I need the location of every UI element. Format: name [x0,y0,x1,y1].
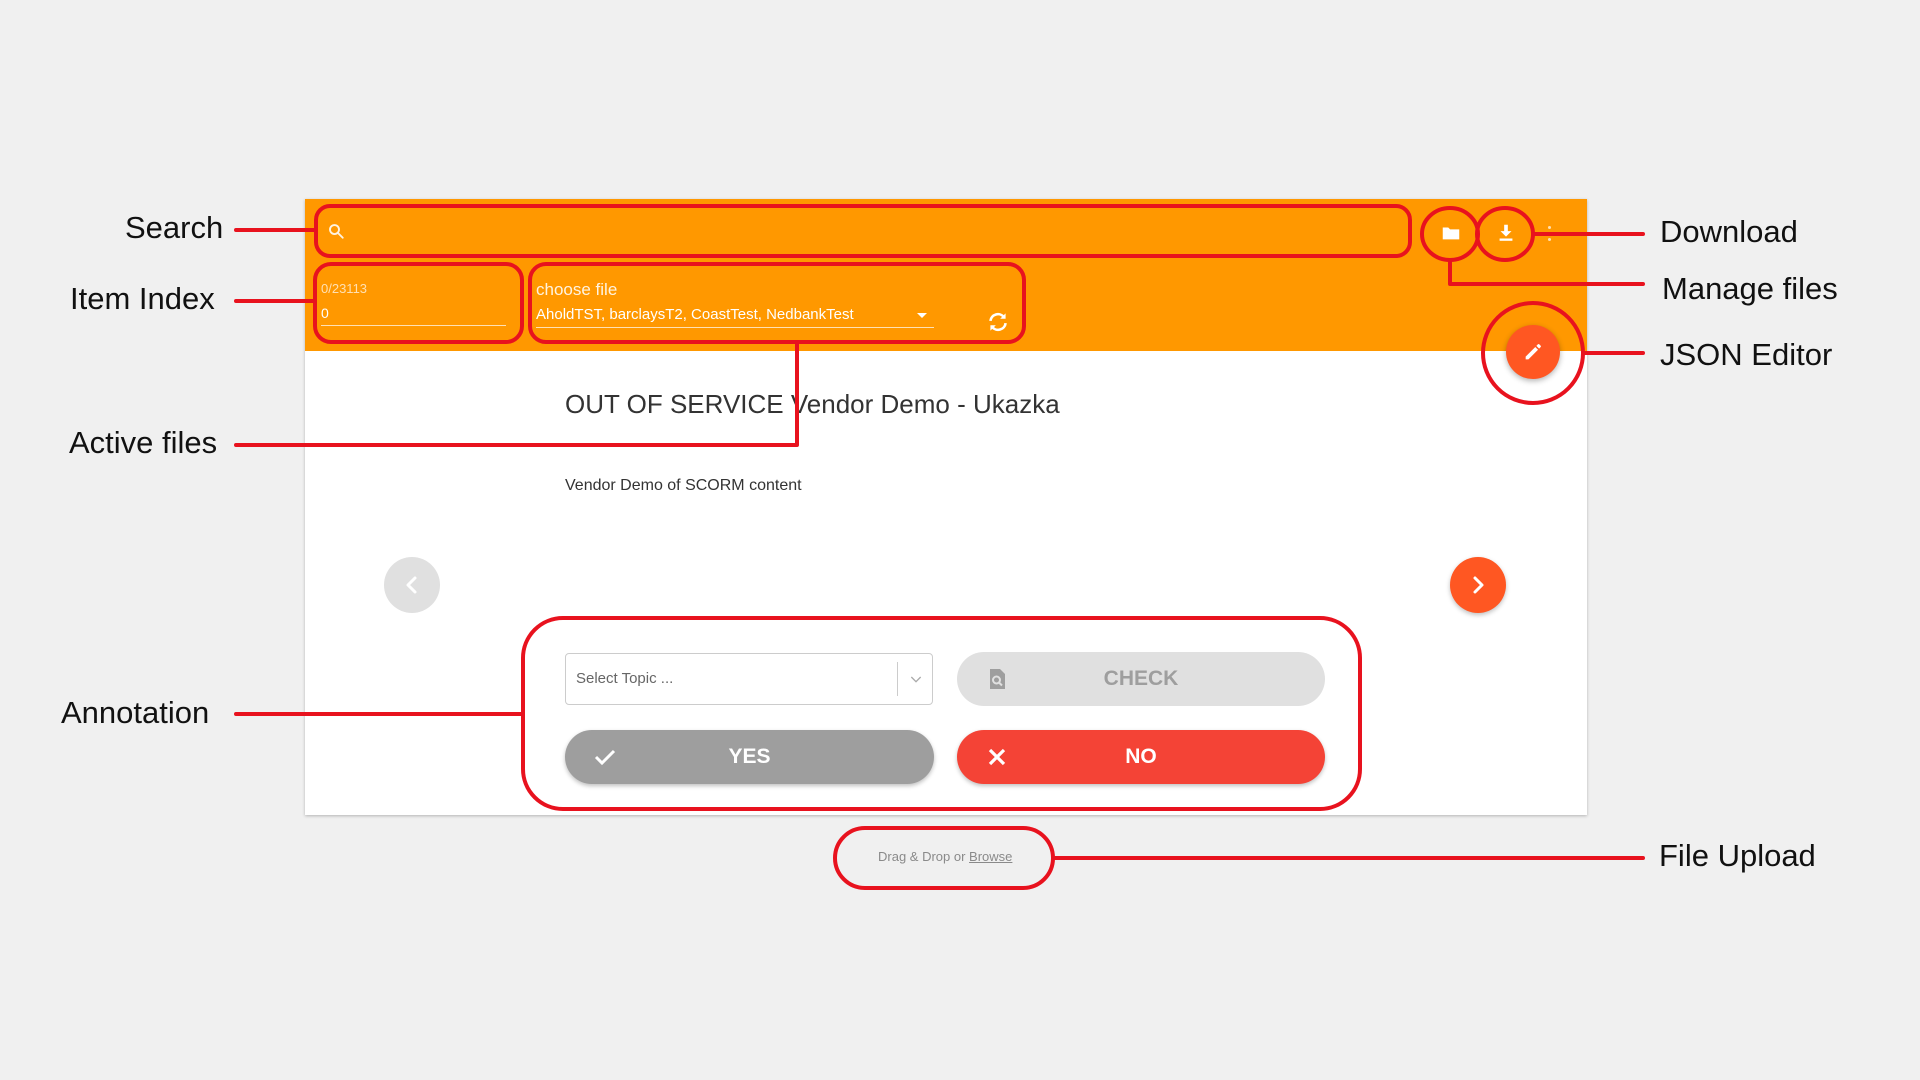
file-search-icon [990,669,1005,689]
dropdown-caret-icon [917,313,927,318]
check-label: CHECK [1103,667,1179,690]
check-button[interactable]: CHECK [957,652,1325,706]
item-index: 0/23113 [321,279,506,329]
file-upload-text: Drag & Drop or [878,849,966,864]
folder-icon [1442,227,1460,240]
download-icon [1499,224,1513,241]
browse-link[interactable]: Browse [969,849,1012,864]
active-files-dropdown[interactable]: AholdTST, barclaysT2, CoastTest, Nedbank… [536,301,934,328]
callout-item-index: Item Index [70,281,215,316]
item-index-count: 0/23113 [321,281,368,296]
file-upload-dropzone[interactable]: Drag & Drop or Browse [878,849,1012,864]
callout-download: Download [1660,214,1798,249]
callout-active-files: Active files [69,425,218,460]
search-icon [329,224,344,239]
item-title: OUT OF SERVICE Vendor Demo - Ukazka [565,389,1060,419]
more-menu-button[interactable] [1537,213,1561,253]
search-input[interactable] [353,217,1397,247]
chevron-right-icon [1473,576,1484,594]
download-button[interactable] [1486,213,1526,253]
no-button[interactable]: NO [957,730,1325,784]
refresh-icon [989,312,1007,332]
checkmark-icon [594,749,616,766]
yes-label: YES [728,745,771,768]
more-vert-icon [1547,225,1551,229]
chevron-down-icon[interactable] [908,671,924,687]
json-editor-button[interactable] [1506,325,1560,379]
pencil-icon [1525,344,1541,360]
manage-files-button[interactable] [1431,213,1471,253]
search-bar[interactable] [315,209,1410,253]
callout-annotation: Annotation [61,695,210,730]
no-label: NO [1125,745,1157,768]
item-description: Vendor Demo of SCORM content [565,477,802,494]
next-item-button[interactable] [1450,557,1506,613]
previous-item-button[interactable] [384,557,440,613]
refresh-button[interactable] [983,307,1013,337]
toolbar: 0/23113 choose file AholdTST, barclaysT2… [305,199,1587,351]
item-index-input[interactable] [321,301,506,326]
callout-manage-files: Manage files [1662,271,1838,306]
callout-file-upload: File Upload [1659,838,1816,873]
yes-button[interactable]: YES [565,730,934,784]
active-files-select[interactable]: choose file AholdTST, barclaysT2, CoastT… [536,279,936,334]
topic-select-placeholder: Select Topic ... [576,670,674,687]
active-files-label: choose file [536,280,618,299]
chevron-left-icon [406,576,417,594]
topic-select[interactable]: Select Topic ... [565,653,933,705]
topic-select-divider [897,662,898,696]
callout-search: Search [125,210,224,245]
close-icon [988,748,1006,766]
app-window: 0/23113 choose file AholdTST, barclaysT2… [305,199,1587,815]
active-files-value: AholdTST, barclaysT2, CoastTest, Nedbank… [536,306,854,323]
callout-json-editor: JSON Editor [1660,337,1833,372]
